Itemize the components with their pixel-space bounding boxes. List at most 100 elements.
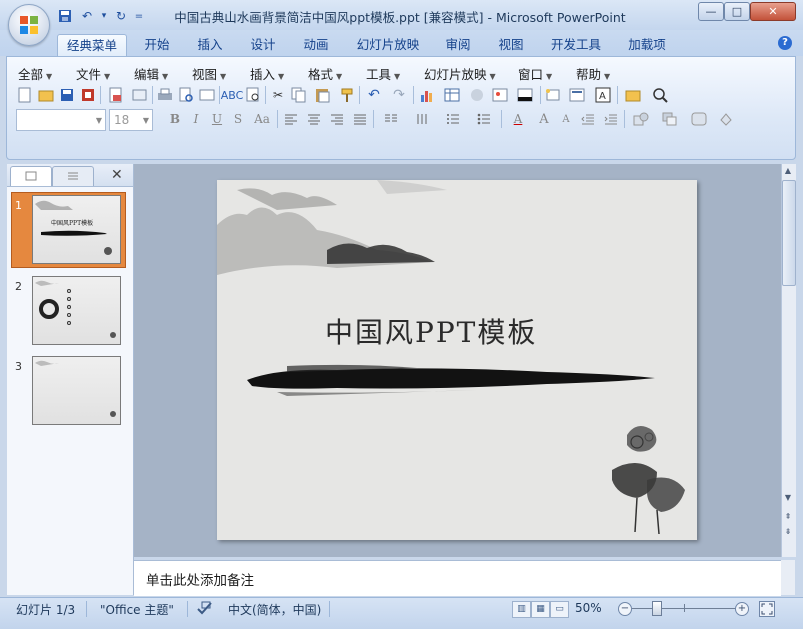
normal-view-button[interactable]: ▥ [512,601,531,618]
tab-add-ins[interactable]: 加载项 [620,34,674,56]
help-icon[interactable]: ? [778,36,792,50]
save-icon[interactable] [56,7,74,25]
align-right-icon[interactable] [327,109,347,129]
office-button[interactable] [8,4,50,46]
decrease-indent-icon[interactable] [578,109,598,129]
scroll-down-icon[interactable]: ▼ [781,491,795,505]
theme-name[interactable]: "Office 主题" [100,601,174,618]
print-icon[interactable] [156,85,174,105]
format-painter-icon[interactable] [338,85,356,105]
save-icon[interactable] [58,85,76,105]
grow-font-button[interactable]: A [534,109,554,129]
italic-button[interactable]: I [187,109,205,129]
tab-slides-thumbnails[interactable] [10,166,52,186]
font-name-combo[interactable]: ▼ [16,109,106,131]
undo-icon[interactable]: ↶ [363,85,385,105]
spelling-icon[interactable]: ABC [221,85,244,105]
tab-home[interactable]: 开始 [137,34,177,56]
tab-review[interactable]: 审阅 [438,34,478,56]
tab-outline[interactable] [52,166,94,186]
notes-placeholder[interactable]: 单击此处添加备注 [146,569,254,589]
insert-chart-icon[interactable] [417,85,437,105]
minimize-button[interactable]: — [698,2,724,21]
background-color-icon[interactable] [513,85,537,105]
align-center-icon[interactable] [304,109,324,129]
menu-tools[interactable]: 工具 ▼ [366,64,400,82]
research-icon[interactable] [244,85,262,105]
shadow-button[interactable]: S [229,109,247,129]
open-folder-icon[interactable] [37,85,55,105]
numbering-icon[interactable] [439,109,467,129]
language-indicator[interactable]: 中文(简体，中国) [228,601,321,618]
align-left-icon[interactable] [281,109,301,129]
spell-check-icon[interactable] [196,600,214,619]
undo-icon[interactable]: ↶ [78,7,96,25]
menu-help[interactable]: 帮助 ▼ [576,64,610,82]
zoom-slider-track[interactable] [632,608,738,609]
next-slide-icon[interactable]: ⇟ [781,525,795,539]
redo-icon[interactable]: ↻ [112,7,130,25]
quick-styles-icon[interactable] [686,109,712,129]
insert-table-icon[interactable] [440,85,464,105]
zoom-icon[interactable] [648,85,672,105]
slide-canvas[interactable] [217,180,697,540]
arrange-icon[interactable] [657,109,683,129]
shape-fill-icon[interactable] [715,109,737,129]
bullets-icon[interactable] [470,109,498,129]
insert-picture-icon[interactable] [490,85,510,105]
scrollbar-thumb[interactable] [782,180,796,286]
slide-view-icon[interactable] [198,85,216,105]
tab-slide-show[interactable]: 幻灯片放映 [350,34,426,56]
close-button[interactable]: ✕ [750,2,796,21]
tab-insert[interactable]: 插入 [190,34,230,56]
paste-icon[interactable] [311,85,335,105]
change-case-button[interactable]: Aa [250,109,274,129]
slide-layout-icon[interactable] [565,85,589,105]
permission-icon[interactable] [79,85,97,105]
shapes-icon[interactable] [628,109,654,129]
new-document-icon[interactable] [16,85,34,105]
increase-indent-icon[interactable] [601,109,621,129]
columns-icon[interactable] [377,109,405,129]
tab-animations[interactable]: 动画 [296,34,336,56]
notes-scrollbar[interactable] [781,560,795,595]
text-direction-icon[interactable] [408,109,436,129]
clip-art-icon[interactable] [467,85,487,105]
cut-icon[interactable]: ✂ [269,85,287,105]
zoom-out-button[interactable]: − [618,602,632,616]
tab-view[interactable]: 视图 [491,34,531,56]
maximize-button[interactable]: □ [724,2,750,21]
previous-slide-icon[interactable]: ⇞ [781,510,795,524]
open-folder-icon[interactable] [621,85,645,105]
redo-icon[interactable]: ↷ [388,85,410,105]
zoom-slider-thumb[interactable] [652,601,662,616]
copy-icon[interactable] [290,85,308,105]
shrink-font-button[interactable]: A [557,109,575,129]
slide-thumbnail-2[interactable] [32,276,121,345]
fit-to-window-icon[interactable] [759,601,775,617]
slide-thumbnail-3[interactable] [32,356,121,425]
menu-slide-show[interactable]: 幻灯片放映 ▼ [424,64,496,82]
publish-icon[interactable] [131,85,149,105]
tab-design[interactable]: 设计 [243,34,283,56]
slide-sorter-view-button[interactable]: ▦ [531,601,550,618]
tab-developer[interactable]: 开发工具 [544,34,608,56]
bold-button[interactable]: B [166,109,184,129]
menu-all[interactable]: 全部 ▼ [18,64,52,82]
slide-title[interactable]: 中国风PPT模板 [325,311,537,351]
scroll-up-icon[interactable]: ▲ [781,164,795,178]
undo-dropdown-icon[interactable]: ▾ [100,7,108,25]
zoom-in-button[interactable]: + [735,602,749,616]
text-box-icon[interactable]: A [592,85,614,105]
slide-thumbnail-1[interactable]: 中国风PPT模板 [32,195,121,264]
menu-edit[interactable]: 编辑 ▼ [134,64,168,82]
customize-qat-icon[interactable]: = [134,7,144,25]
menu-insert[interactable]: 插入 ▼ [250,64,284,82]
close-panel-icon[interactable]: ✕ [111,167,123,183]
menu-view[interactable]: 视图 ▼ [192,64,226,82]
export-pdf-icon[interactable] [104,85,128,105]
menu-format[interactable]: 格式 ▼ [308,64,342,82]
font-size-combo[interactable]: 18 ▼ [109,109,153,131]
tab-classic-menu[interactable]: 经典菜单 [57,34,127,57]
font-color-button[interactable]: A [505,109,531,129]
